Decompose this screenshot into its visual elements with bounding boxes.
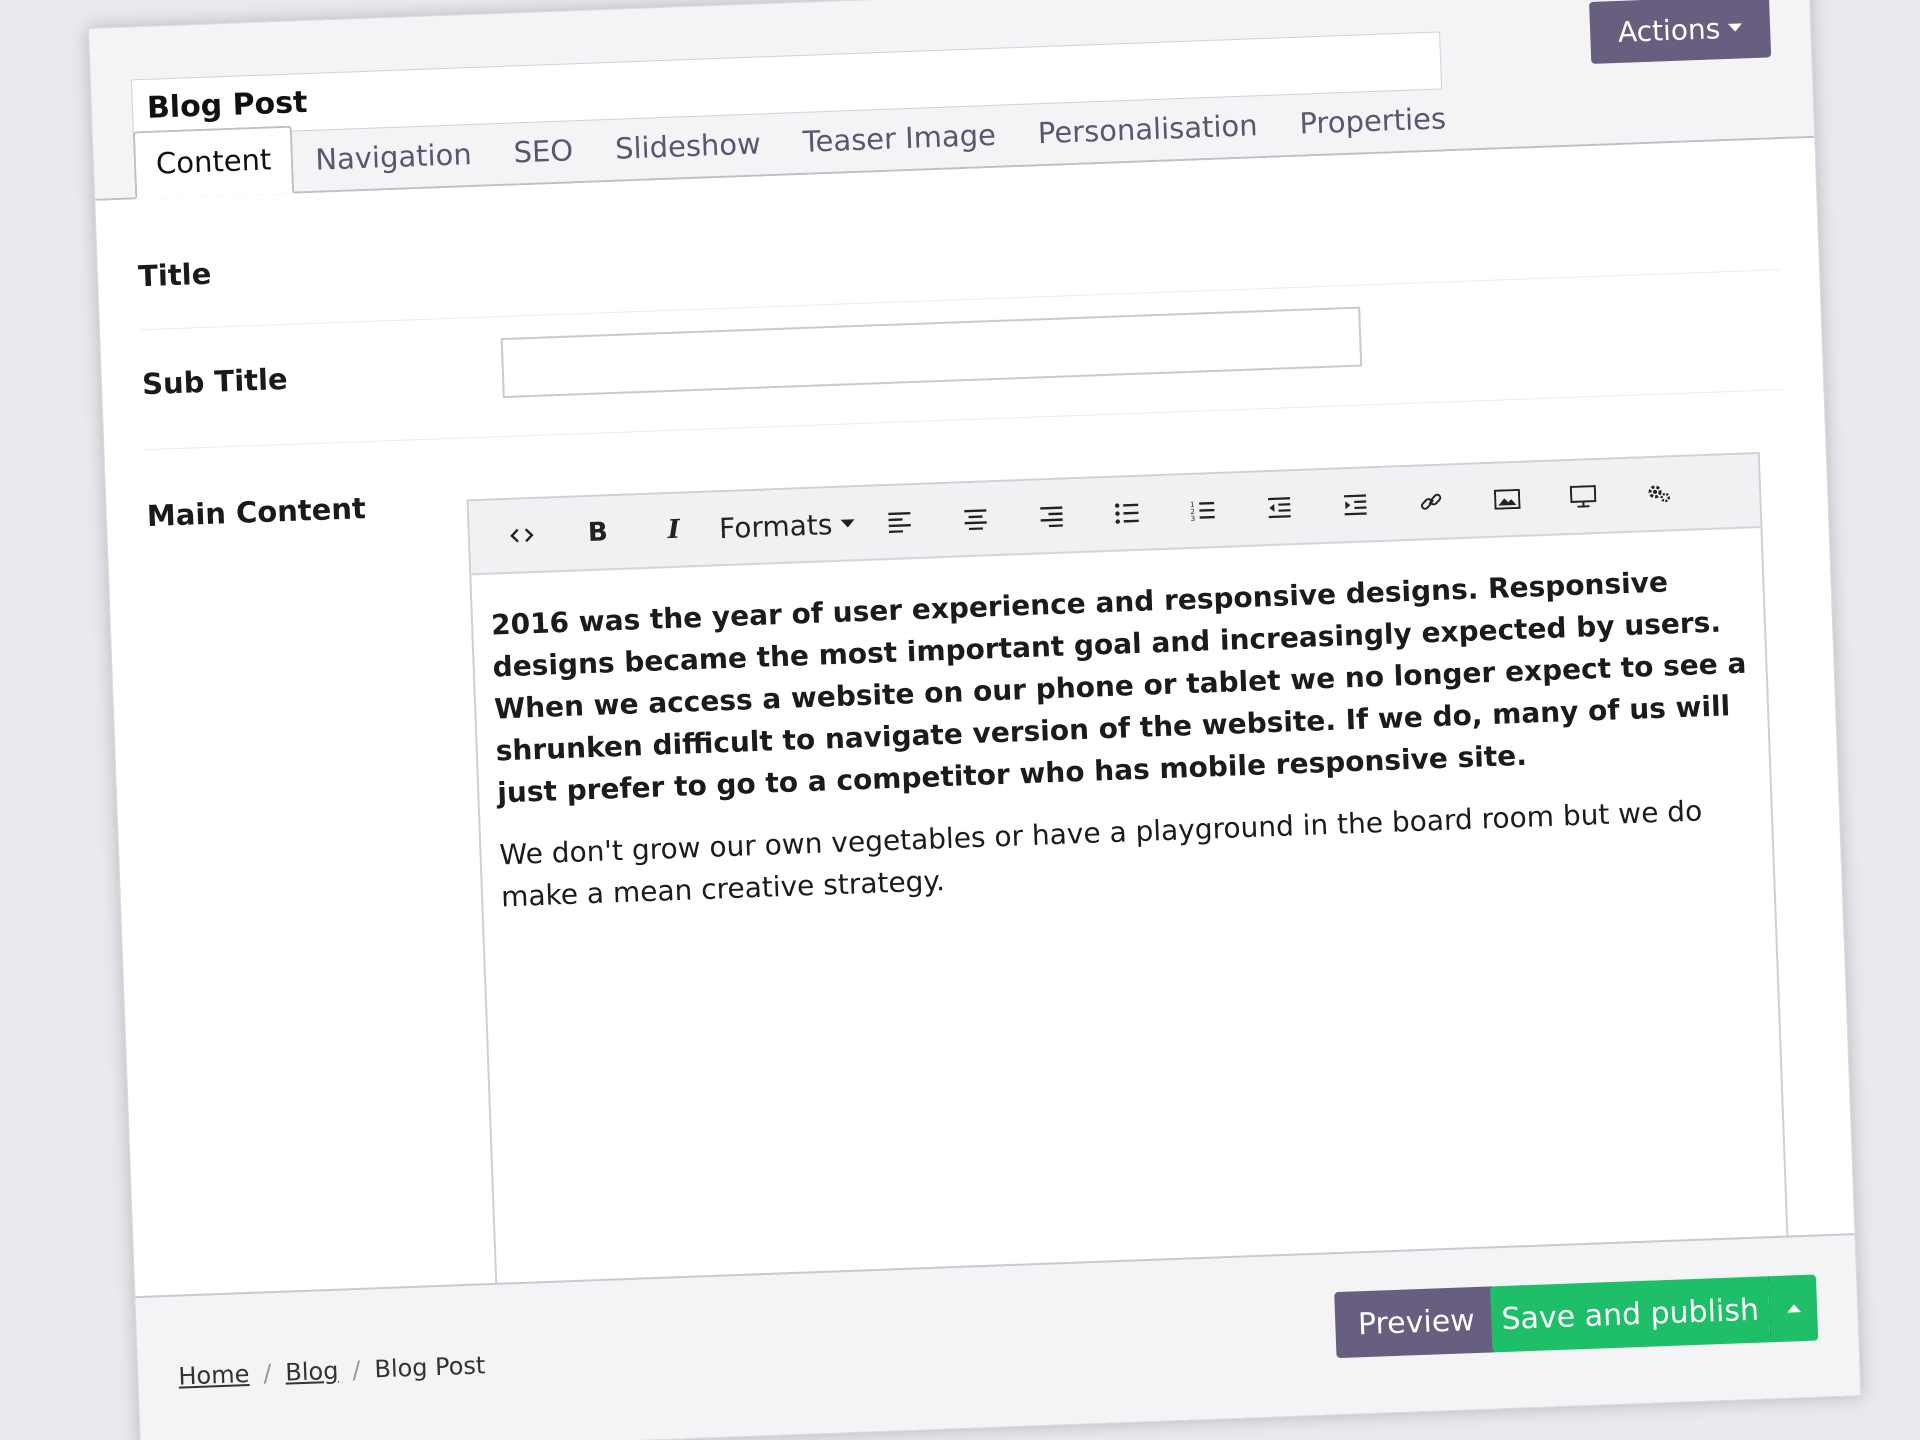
- editor-footer: Preview Save and publish Home / Blog / B…: [135, 1233, 1861, 1440]
- breadcrumb-separator: /: [351, 1355, 361, 1385]
- breadcrumb: Home / Blog / Blog Post: [178, 1351, 486, 1390]
- indent-icon[interactable]: [1316, 474, 1394, 537]
- save-options-button[interactable]: [1767, 1274, 1819, 1343]
- editor-content-area[interactable]: 2016 was the year of user experience and…: [471, 528, 1774, 949]
- screen: Actions Content Navigation SEO Slideshow…: [0, 0, 1920, 1440]
- actions-button[interactable]: Actions: [1589, 0, 1772, 64]
- outdent-icon[interactable]: [1240, 476, 1318, 539]
- breadcrumb-home[interactable]: Home: [178, 1360, 250, 1391]
- breadcrumb-current: Blog Post: [373, 1351, 486, 1384]
- tab-properties[interactable]: Properties: [1278, 87, 1467, 158]
- preview-button[interactable]: Preview: [1334, 1286, 1499, 1359]
- subtitle-input[interactable]: [500, 306, 1363, 399]
- tab-seo[interactable]: SEO: [492, 119, 594, 187]
- italic-button[interactable]: I: [635, 498, 713, 561]
- chevron-down-icon: [1728, 23, 1743, 32]
- subtitle-label: Sub Title: [141, 361, 289, 402]
- breadcrumb-separator: /: [262, 1359, 272, 1388]
- content-editor-window: Actions Content Navigation SEO Slideshow…: [88, 0, 1862, 1440]
- tab-navigation[interactable]: Navigation: [294, 122, 493, 193]
- actions-label: Actions: [1617, 11, 1721, 49]
- bullet-list-icon[interactable]: [1088, 482, 1166, 545]
- title-label: Title: [137, 256, 212, 294]
- svg-text:3: 3: [1191, 515, 1196, 522]
- tab-personalisation[interactable]: Personalisation: [1017, 93, 1279, 166]
- link-icon[interactable]: [1392, 471, 1470, 534]
- chevron-down-icon: [840, 519, 855, 528]
- content-paragraph: We don't grow our own vegetables or have…: [498, 794, 1703, 914]
- tab-content[interactable]: Content: [132, 125, 295, 200]
- media-icon[interactable]: [1544, 465, 1622, 528]
- macro-icon[interactable]: [1620, 462, 1698, 525]
- formats-label: Formats: [718, 507, 833, 545]
- align-left-icon[interactable]: [861, 490, 939, 553]
- bold-button[interactable]: B: [559, 501, 637, 564]
- rich-text-editor: B I Formats 1 2 3 2016 was the year of u…: [466, 452, 1792, 1363]
- tab-teaser-image[interactable]: Teaser Image: [782, 103, 1018, 176]
- breadcrumb-blog[interactable]: Blog: [285, 1357, 339, 1387]
- save-and-publish-button[interactable]: Save and publish: [1490, 1276, 1771, 1353]
- main-content-label: Main Content: [146, 491, 367, 534]
- code-icon[interactable]: [483, 504, 561, 567]
- chevron-up-icon: [1786, 1304, 1801, 1313]
- align-center-icon[interactable]: [937, 487, 1015, 550]
- numbered-list-icon[interactable]: 123: [1164, 479, 1242, 542]
- save-button-group: Save and publish: [1490, 1274, 1819, 1353]
- align-right-icon[interactable]: [1012, 485, 1090, 548]
- formats-dropdown[interactable]: Formats: [711, 493, 863, 558]
- tab-slideshow[interactable]: Slideshow: [594, 112, 782, 183]
- content-panel: Title Sub Title Main Content B I Formats: [95, 137, 1861, 1440]
- image-icon[interactable]: [1468, 468, 1546, 531]
- content-paragraph: 2016 was the year of user experience and…: [490, 565, 1747, 810]
